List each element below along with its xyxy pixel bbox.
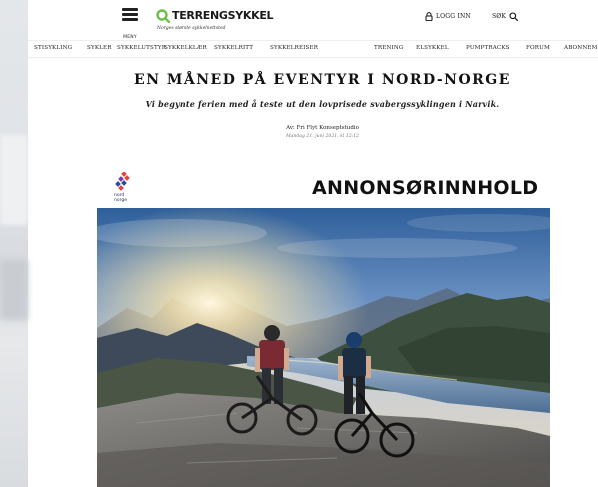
article-title: EN MÅNED PÅ EVENTYR I NORD-NORGE <box>134 72 511 88</box>
nav-item-forum[interactable]: FORUM <box>526 45 550 51</box>
nav-item-sykkelritt[interactable]: SYKKELRITT <box>214 45 253 51</box>
nav-item-sykkelutstyr[interactable]: SYKKELUTSTYR <box>117 45 166 51</box>
logo-mark-icon <box>156 9 170 23</box>
sponsor-logo-text: nord norge <box>114 193 127 203</box>
background-blur <box>0 260 28 320</box>
article-lead: Vi begynte ferien med å teste ut den lov… <box>145 99 500 109</box>
background-blur <box>0 135 28 225</box>
main-nav: STISYKLING SYKLER SYKKELUTSTYR SYKKELKLÆ… <box>28 40 598 58</box>
sponsor-logo[interactable]: nord norge <box>114 171 134 206</box>
hero-image <box>97 208 550 487</box>
nav-item-elsykkel[interactable]: ELSYKKEL <box>416 45 449 51</box>
nord-norge-logo-mark <box>115 171 130 191</box>
sponsored-content-label: ANNONSØRINNHOLD <box>312 177 539 199</box>
hamburger-icon-bar <box>122 18 138 21</box>
article-byline: Av: Fri Flyt Konseptstudio <box>286 125 359 131</box>
article-date: Mandag 21. juni 2021. kl 12:12 <box>285 134 360 139</box>
nav-item-pumptracks[interactable]: PUMPTRACKS <box>466 45 510 51</box>
mountain-bikers-photo <box>97 208 550 487</box>
background-strip <box>0 0 28 487</box>
login-button[interactable]: LOGG INN <box>425 12 471 21</box>
hamburger-icon-bar <box>122 13 138 16</box>
lock-icon <box>425 12 433 21</box>
search-label: SØK <box>492 13 507 20</box>
search-button[interactable]: SØK <box>492 12 519 21</box>
site-header: MENY TERRENGSYKKEL Norges største sykkel… <box>28 0 598 40</box>
nav-item-sykler[interactable]: SYKLER <box>87 45 112 51</box>
login-label: LOGG INN <box>436 13 471 20</box>
nav-item-trening[interactable]: TRENING <box>374 45 404 51</box>
sponsor-logo-line2: norge <box>114 198 128 203</box>
nav-item-stisykling[interactable]: STISYKLING <box>34 45 72 51</box>
logo-text: TERRENGSYKKEL <box>172 9 274 22</box>
menu-button[interactable]: MENY <box>121 8 139 42</box>
logo-tagline: Norges største sykkelnettsted <box>157 26 226 31</box>
nav-item-abonnement[interactable]: ABONNEM <box>564 45 598 51</box>
nav-item-sykkelreiser[interactable]: SYKKELREISER <box>270 45 318 51</box>
nav-item-sykkelklaer[interactable]: SYKKELKLÆR <box>164 45 207 51</box>
hamburger-icon <box>122 8 138 11</box>
search-icon <box>509 12 519 21</box>
